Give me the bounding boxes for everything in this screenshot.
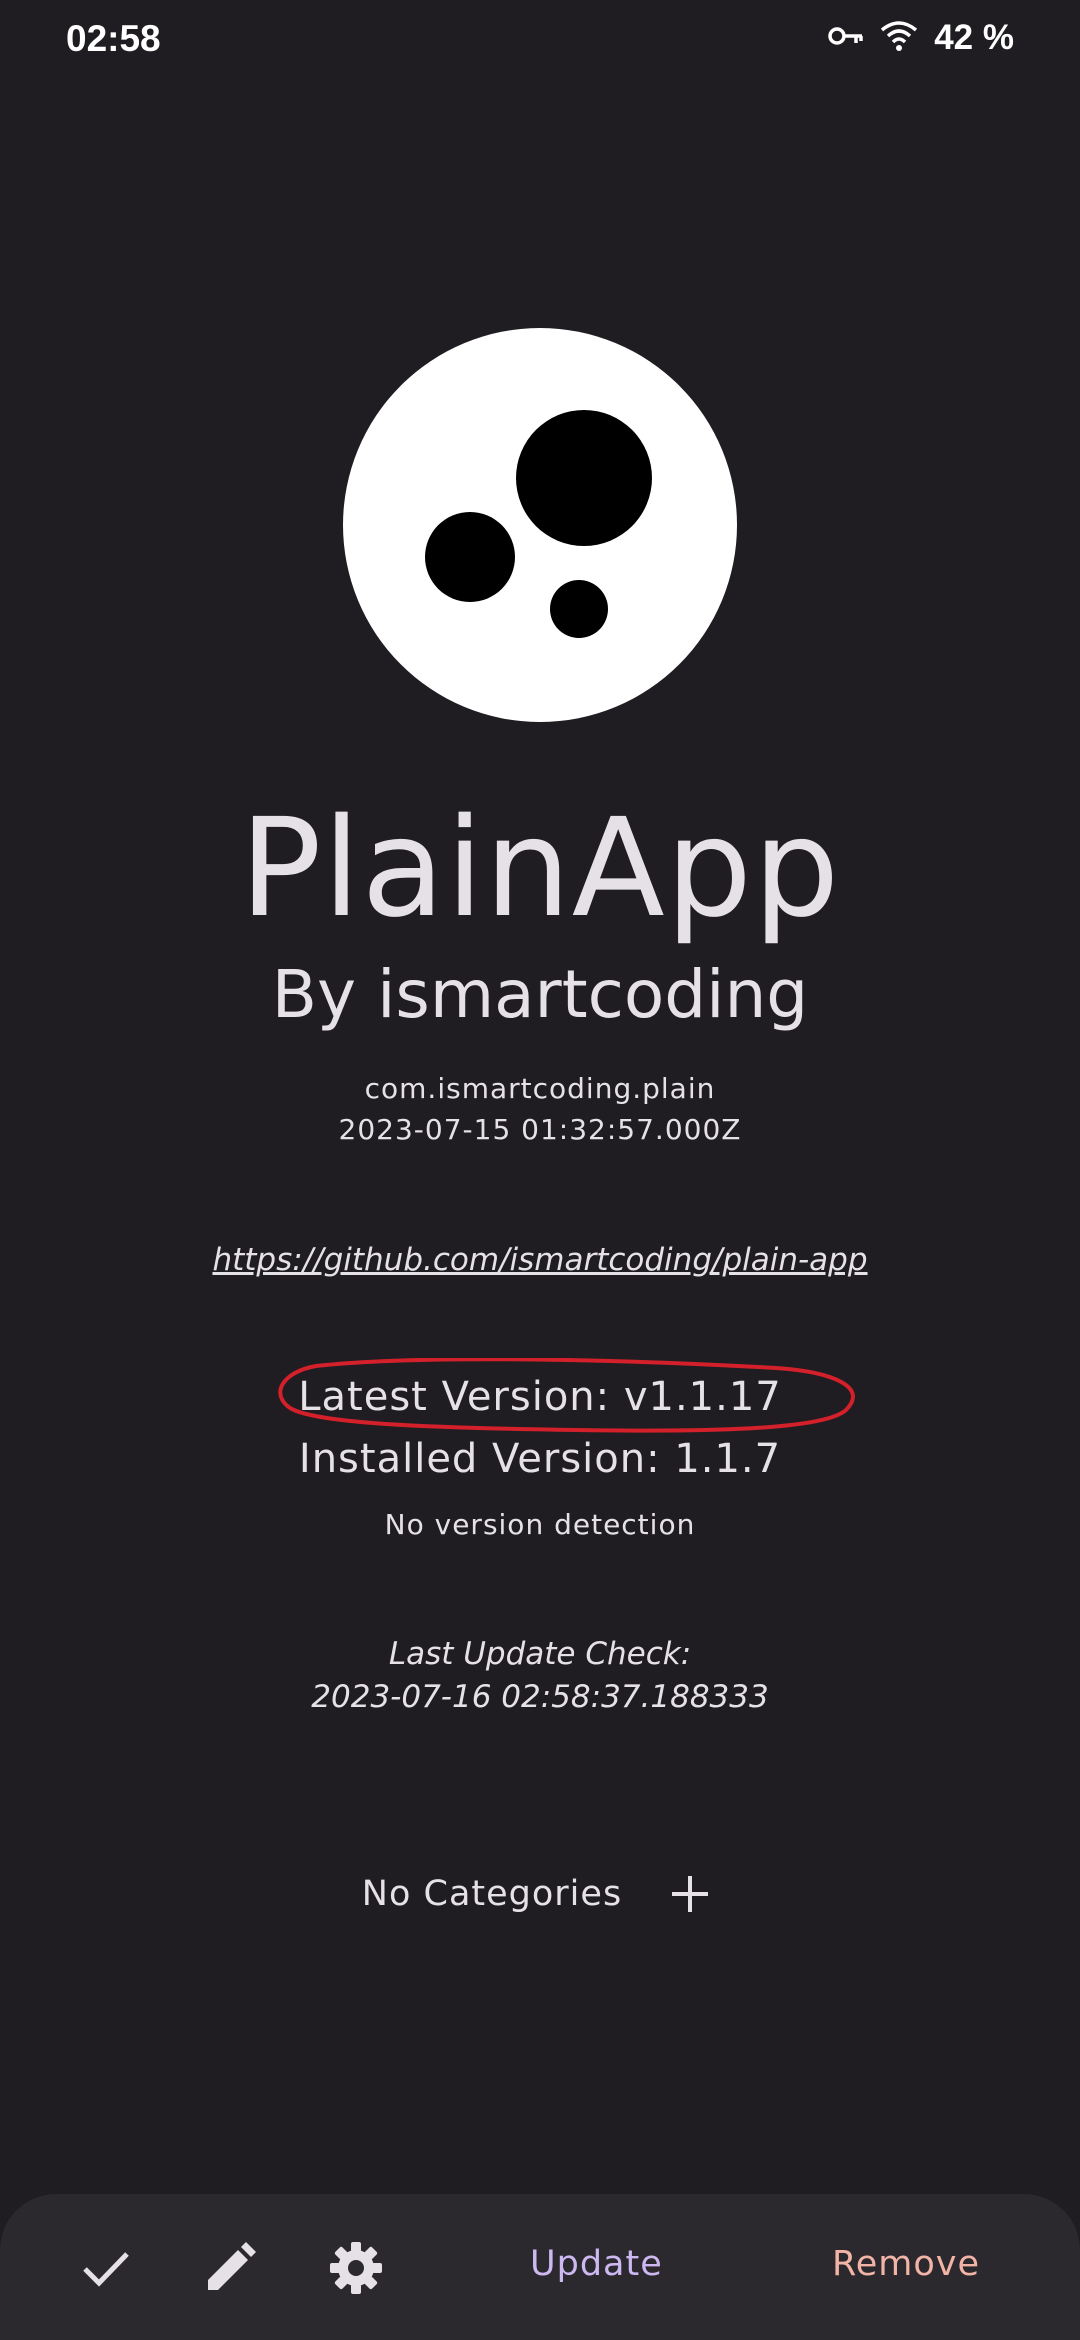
status-time: 02:58 [66,18,161,59]
check-icon [83,2252,129,2287]
app-details-screen: 02:58 42 % PlainApp By ismartcoding com.… [0,0,1080,2340]
plus-icon [672,1876,709,1912]
logo-dot-large [516,410,652,546]
categories-label: No Categories [361,1874,623,1914]
installed-version: Installed Version: 1.1.7 [298,1436,782,1482]
repo-link[interactable]: https://github.com/ismartcoding/plain-ap… [0,1242,1080,1278]
settings-icon [330,2242,382,2294]
edit-icon [208,2242,256,2290]
wifi-icon [880,20,918,56]
release-date: 2023-07-15 01:32:57.000Z [338,1113,742,1146]
bottom-action-bar: Update Remove [0,2194,1080,2340]
logo-dot-small [550,580,608,638]
app-logo [343,328,737,722]
app-author: By ismartcoding [271,956,809,1033]
update-button[interactable]: Update [530,2244,663,2284]
last-update-check-label: Last Update Check: [388,1636,692,1672]
latest-version: Latest Version: v1.1.17 [298,1374,782,1420]
categories-row: No Categories [0,1866,1080,1922]
add-category-button[interactable] [662,1866,718,1922]
edit-app-button[interactable] [200,2238,260,2298]
app-package-id: com.ismartcoding.plain [364,1072,716,1105]
battery-level: 42 % [934,18,1014,57]
app-name: PlainApp [239,790,841,948]
status-icons: 42 % [828,18,1014,58]
version-detection-status: No version detection [384,1508,696,1541]
app-settings-button[interactable] [326,2238,386,2298]
mark-updated-button[interactable] [76,2238,136,2298]
remove-button[interactable]: Remove [832,2244,980,2284]
status-bar: 02:58 42 % [0,0,1080,80]
last-update-check-value: 2023-07-16 02:58:37.188333 [311,1679,769,1715]
logo-dot-medium [425,512,515,602]
vpn-key-icon [828,25,864,51]
